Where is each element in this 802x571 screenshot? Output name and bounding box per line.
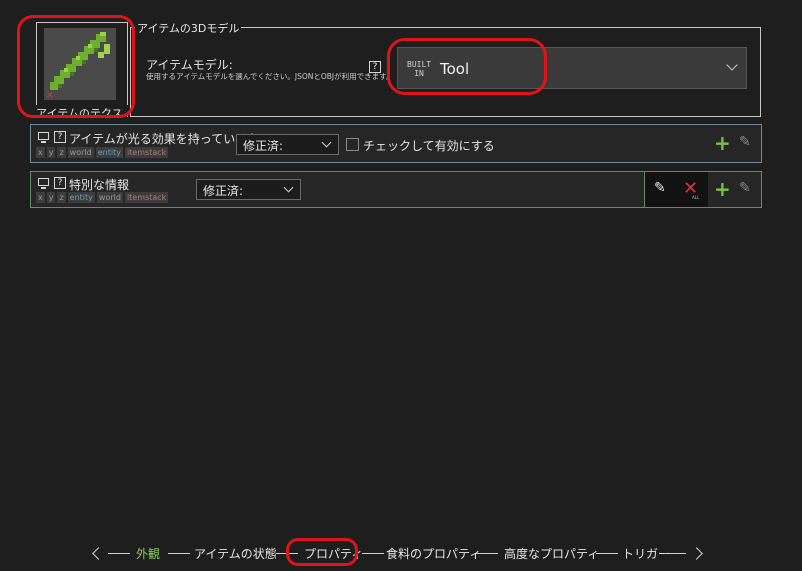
nav-item-appearance[interactable]: 外観 <box>136 545 160 562</box>
edit-icon[interactable]: ✎ <box>739 134 751 150</box>
enable-checkbox-label: チェックして有効にする <box>363 139 495 153</box>
computer-icon <box>38 132 49 143</box>
nav-item-properties[interactable]: プロパティ <box>304 545 363 562</box>
texture-preview[interactable]: ✕ <box>44 28 116 101</box>
nav-item-advanced-properties[interactable]: 高度なプロパティ <box>504 545 599 562</box>
next-arrow-icon[interactable] <box>690 547 703 560</box>
tag-world: world <box>96 192 123 203</box>
bottom-navigation: 外観 アイテムの状態 プロパティ 食料のプロパティ 高度なプロパティ トリガー <box>90 545 710 563</box>
row1-title: アイテムが光る効果を持っているか <box>69 132 260 146</box>
nav-line <box>362 553 384 554</box>
tag-x: x <box>36 192 45 203</box>
svg-text:✕: ✕ <box>46 91 54 100</box>
help-icon[interactable]: ? <box>369 61 381 73</box>
tag-world: world <box>67 147 94 158</box>
edit-icon[interactable]: ✎ <box>654 180 666 196</box>
enable-checkbox[interactable] <box>346 138 359 151</box>
help-icon[interactable]: ? <box>54 131 66 143</box>
chevron-down-icon <box>283 182 294 193</box>
model-group-title: アイテムの3Dモデル <box>135 20 242 36</box>
nav-item-food-properties[interactable]: 食料のプロパティ <box>386 545 481 562</box>
builtin-line2: IN <box>414 69 424 78</box>
item-model-value: Tool <box>440 60 470 78</box>
item-model-help-text: 使用するアイテムモデルを選んでください。JSONとOBJが利用できます。 <box>146 72 394 81</box>
bamboo-tool-icon: ✕ <box>46 32 110 101</box>
tag-itemstack: itemstack <box>124 147 169 158</box>
tag-entity: entity <box>67 192 95 203</box>
nav-line <box>168 553 190 554</box>
tag-itemstack: itemstack <box>124 192 169 203</box>
tag-y: y <box>46 147 56 158</box>
nav-line <box>276 553 298 554</box>
help-icon[interactable]: ? <box>54 177 66 189</box>
nav-item-state[interactable]: アイテムの状態 <box>194 545 277 562</box>
prev-arrow-icon[interactable] <box>92 547 105 560</box>
chevron-down-icon <box>321 137 332 148</box>
nav-line <box>664 553 686 554</box>
edit-icon[interactable]: ✎ <box>739 180 751 196</box>
row2-select[interactable]: 修正済: <box>196 179 301 200</box>
builtin-line1: BUILT <box>407 60 432 69</box>
tag-y: y <box>46 192 56 203</box>
row2-tags: x y z entity world itemstack <box>36 192 169 203</box>
nav-line <box>108 553 130 554</box>
tag-z: z <box>57 147 66 158</box>
add-icon[interactable]: + <box>714 179 731 199</box>
texture-label: アイテムのテクス... <box>36 105 128 121</box>
computer-icon <box>38 178 49 189</box>
nav-line <box>596 553 618 554</box>
nav-item-triggers[interactable]: トリガー <box>622 545 670 562</box>
row1-select[interactable]: 修正済: <box>236 134 339 155</box>
tag-entity: entity <box>95 147 123 158</box>
builtin-badge: BUILT IN <box>407 60 431 78</box>
nav-line <box>476 553 498 554</box>
tag-z: z <box>57 192 66 203</box>
row2-select-value: 修正済: <box>203 184 244 198</box>
tag-x: x <box>36 147 45 158</box>
row2-title: 特別な情報 <box>69 178 130 192</box>
chevron-down-icon <box>726 59 738 71</box>
row1-select-value: 修正済: <box>243 139 284 153</box>
row1-tags: x y z world entity itemstack <box>36 147 169 158</box>
delete-all-label: ALL <box>692 195 700 200</box>
add-icon[interactable]: + <box>714 133 731 153</box>
